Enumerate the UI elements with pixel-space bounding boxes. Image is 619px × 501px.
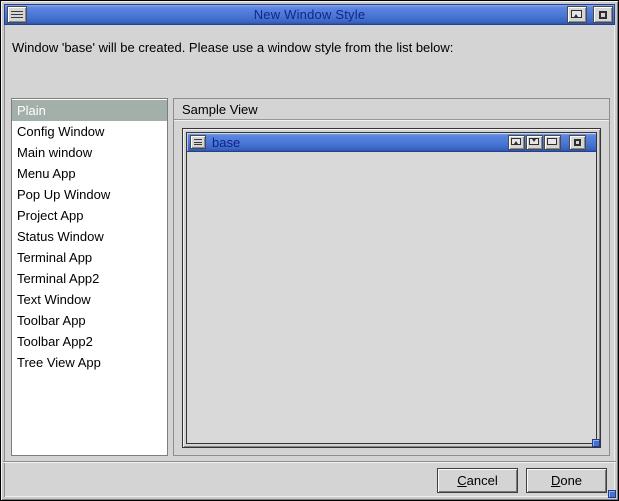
done-label: one — [560, 473, 582, 488]
style-list-item[interactable]: Toolbar App — [12, 310, 167, 331]
window-resize-grip-icon[interactable] — [608, 490, 616, 498]
style-list-item[interactable]: Toolbar App2 — [12, 331, 167, 352]
maximize-icon — [599, 11, 607, 19]
style-list-item[interactable]: Status Window — [12, 226, 167, 247]
style-list-item[interactable]: Tree View App — [12, 352, 167, 373]
style-list-item[interactable]: Text Window — [12, 289, 167, 310]
titlebar[interactable]: New Window Style — [4, 4, 615, 25]
sample-resize-grip-icon — [592, 439, 600, 447]
cancel-label: ancel — [467, 473, 498, 488]
sample-titlebar-controls — [508, 135, 561, 150]
done-accelerator: D — [551, 473, 560, 488]
shade-down-icon — [529, 138, 539, 145]
button-row-divider — [3, 461, 616, 463]
sample-window-menu-icon — [194, 139, 202, 145]
sample-shade-down-button — [526, 135, 543, 150]
style-list[interactable]: Plain Config Window Main window Menu App… — [11, 98, 168, 456]
sample-window-menu-button — [190, 135, 206, 149]
sample-maximize-icon — [574, 139, 581, 146]
sample-titlebar: base — [187, 133, 596, 152]
cancel-button[interactable]: Cancel — [437, 468, 518, 493]
sample-shade-up-button — [508, 135, 525, 150]
shade-button[interactable] — [567, 6, 587, 23]
sample-view-label: Sample View — [174, 99, 609, 120]
style-list-item[interactable]: Plain — [12, 100, 167, 121]
style-list-item[interactable]: Pop Up Window — [12, 184, 167, 205]
empty-box-icon — [547, 138, 557, 145]
sample-window: base — [186, 132, 597, 444]
shade-up-icon — [511, 138, 521, 145]
window-title: New Window Style — [5, 7, 614, 22]
shade-icon — [571, 10, 582, 18]
style-list-item[interactable]: Menu App — [12, 163, 167, 184]
maximize-button[interactable] — [593, 6, 613, 23]
done-button[interactable]: Done — [526, 468, 607, 493]
sample-view-panel: Sample View base — [173, 98, 610, 456]
cancel-accelerator: C — [457, 473, 466, 488]
style-list-item[interactable]: Config Window — [12, 121, 167, 142]
sample-window-frame: base — [182, 128, 601, 448]
new-window-style-dialog: New Window Style Window 'base' will be c… — [0, 0, 619, 501]
instruction-text: Window 'base' will be created. Please us… — [12, 40, 453, 55]
sample-blank-button — [544, 135, 561, 150]
sample-window-title: base — [212, 135, 240, 150]
style-list-item[interactable]: Terminal App2 — [12, 268, 167, 289]
style-list-item[interactable]: Terminal App — [12, 247, 167, 268]
style-list-item[interactable]: Project App — [12, 205, 167, 226]
sample-maximize-button — [569, 135, 586, 150]
style-list-item[interactable]: Main window — [12, 142, 167, 163]
